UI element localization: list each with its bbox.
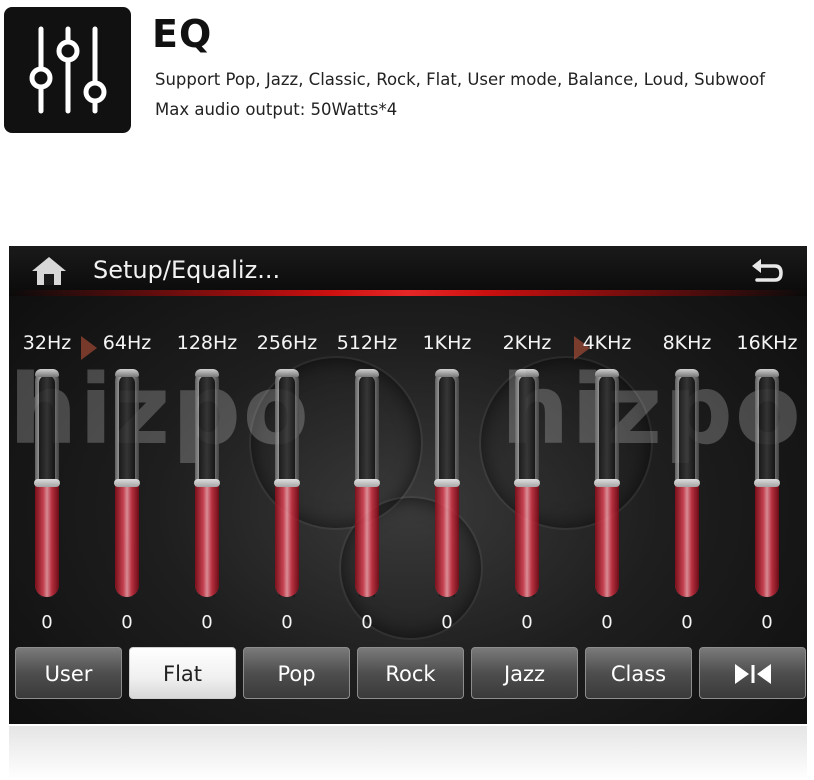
- band-slider[interactable]: [514, 369, 540, 597]
- band-label: 2KHz: [502, 332, 552, 354]
- band-label: 1KHz: [422, 332, 472, 354]
- band-value: 0: [281, 612, 293, 633]
- preset-button-rock[interactable]: Rock: [357, 647, 464, 699]
- slider-handle[interactable]: [354, 479, 380, 487]
- slider-handle[interactable]: [674, 479, 700, 487]
- balance-button[interactable]: [699, 647, 806, 699]
- preset-button-pop[interactable]: Pop: [243, 647, 350, 699]
- band-value: 0: [441, 612, 453, 633]
- slider-cap: [195, 369, 219, 377]
- slider-level-fill: [35, 483, 59, 597]
- feature-output-spec: Max audio output: 50Watts*4: [155, 100, 398, 119]
- slider-handle[interactable]: [194, 479, 220, 487]
- slider-handle[interactable]: [274, 479, 300, 487]
- slider-handle[interactable]: [754, 479, 780, 487]
- slider-level-fill: [115, 483, 139, 597]
- band-slider[interactable]: [34, 369, 60, 597]
- slider-cap: [515, 369, 539, 377]
- band-slider[interactable]: [754, 369, 780, 597]
- top-bar: Setup/Equaliz...: [9, 246, 807, 296]
- slider-level-fill: [435, 483, 459, 597]
- band-value: 0: [121, 612, 133, 633]
- back-button[interactable]: [747, 254, 787, 288]
- band-label: 128Hz: [176, 332, 238, 354]
- feature-description: Support Pop, Jazz, Classic, Rock, Flat, …: [155, 70, 766, 89]
- band-label: 16KHz: [736, 332, 798, 354]
- slider-handle[interactable]: [594, 479, 620, 487]
- band-value: 0: [41, 612, 53, 633]
- slider-cap: [675, 369, 699, 377]
- slider-level-fill: [675, 483, 699, 597]
- slider-cap: [35, 369, 59, 377]
- preset-button-jazz[interactable]: Jazz: [471, 647, 578, 699]
- band-label: 4KHz: [582, 332, 632, 354]
- band-slider[interactable]: [114, 369, 140, 597]
- equalizer-screen: hizpo hizpo Setup/Equaliz... 32Hz 0 64Hz 0 1…: [9, 246, 807, 724]
- slider-level-fill: [755, 483, 779, 597]
- feature-title: EQ: [152, 12, 213, 56]
- slider-cap: [435, 369, 459, 377]
- balance-icon: [734, 664, 771, 684]
- slider-level-fill: [275, 483, 299, 597]
- slider-cap: [355, 369, 379, 377]
- slider-handle[interactable]: [434, 479, 460, 487]
- slider-handle[interactable]: [34, 479, 60, 487]
- slider-handle[interactable]: [114, 479, 140, 487]
- band-label: 512Hz: [336, 332, 398, 354]
- slider-cap: [115, 369, 139, 377]
- back-arrow-icon: [752, 259, 783, 282]
- slider-level-fill: [195, 483, 219, 597]
- band-value: 0: [681, 612, 693, 633]
- band-value: 0: [201, 612, 213, 633]
- equalizer-sliders-icon: [4, 7, 131, 133]
- slider-level-fill: [355, 483, 379, 597]
- band-slider[interactable]: [274, 369, 300, 597]
- band-label: 32Hz: [22, 332, 72, 354]
- top-bar-glow: [9, 290, 807, 296]
- screen-reflection: [9, 726, 807, 780]
- page-title: Setup/Equaliz...: [93, 256, 281, 284]
- slider-level-fill: [515, 483, 539, 597]
- slider-cap: [595, 369, 619, 377]
- band-slider[interactable]: [434, 369, 460, 597]
- preset-button-flat[interactable]: Flat: [129, 647, 236, 699]
- home-icon: [32, 257, 66, 285]
- preset-button-user[interactable]: User: [15, 647, 122, 699]
- slider-cap: [275, 369, 299, 377]
- band-label: 256Hz: [256, 332, 318, 354]
- band-slider[interactable]: [594, 369, 620, 597]
- band-value: 0: [601, 612, 613, 633]
- band-value: 0: [521, 612, 533, 633]
- band-label: 8KHz: [662, 332, 712, 354]
- band-slider[interactable]: [674, 369, 700, 597]
- slider-cap: [755, 369, 779, 377]
- slider-level-fill: [595, 483, 619, 597]
- band-label: 64Hz: [102, 332, 152, 354]
- band-slider[interactable]: [354, 369, 380, 597]
- band-value: 0: [761, 612, 773, 633]
- preset-button-class[interactable]: Class: [585, 647, 692, 699]
- slider-handle[interactable]: [514, 479, 540, 487]
- band-slider[interactable]: [194, 369, 220, 597]
- home-button[interactable]: [29, 254, 69, 288]
- band-value: 0: [361, 612, 373, 633]
